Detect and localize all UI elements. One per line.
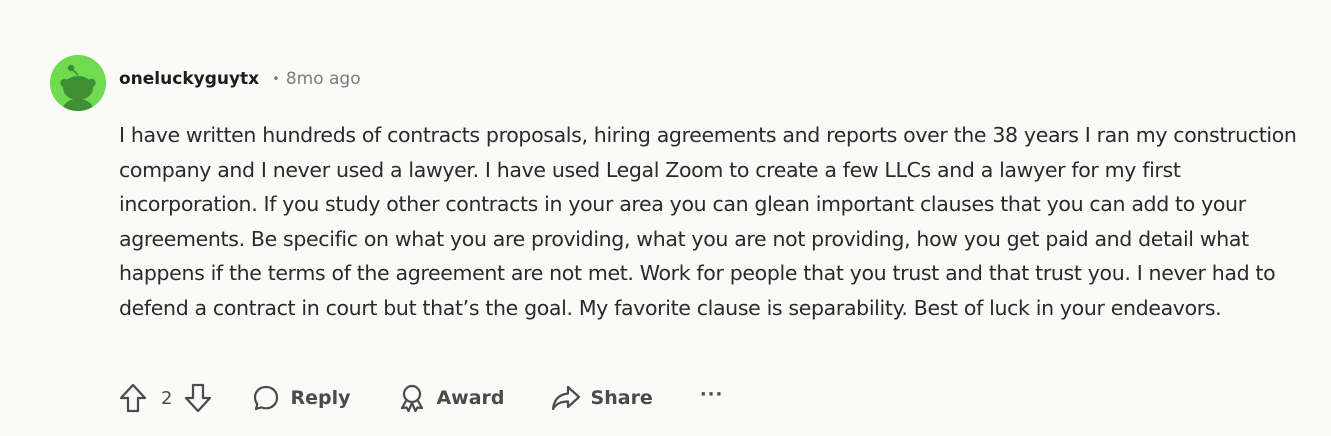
award-label: Award bbox=[436, 387, 505, 409]
meta-separator: • bbox=[272, 71, 280, 87]
reply-button[interactable]: Reply bbox=[252, 384, 350, 412]
comment-meta: oneluckyguytx • 8mo ago bbox=[119, 66, 361, 92]
share-label: Share bbox=[590, 387, 653, 409]
user-avatar[interactable] bbox=[50, 55, 106, 111]
comment-timestamp[interactable]: 8mo ago bbox=[286, 69, 361, 89]
comment-action-bar: 2 Reply Award Share ··· bbox=[119, 380, 723, 416]
username-link[interactable]: oneluckyguytx bbox=[119, 69, 259, 89]
comment-body: I have written hundreds of contracts pro… bbox=[119, 123, 1297, 320]
more-options-button[interactable]: ··· bbox=[700, 384, 724, 405]
upvote-button[interactable] bbox=[119, 383, 147, 413]
reply-label: Reply bbox=[290, 387, 351, 409]
share-arrow-icon bbox=[551, 385, 580, 411]
share-button[interactable]: Share bbox=[551, 384, 653, 412]
snoo-avatar-icon bbox=[50, 55, 106, 111]
downvote-arrow-icon bbox=[185, 383, 212, 413]
award-button[interactable]: Award bbox=[398, 383, 505, 413]
downvote-button[interactable] bbox=[184, 383, 212, 413]
vote-count: 2 bbox=[161, 387, 173, 409]
speech-bubble-icon bbox=[254, 385, 279, 411]
upvote-arrow-icon bbox=[119, 383, 147, 413]
comment: oneluckyguytx • 8mo ago I have written h… bbox=[0, 0, 1331, 436]
award-ribbon-icon bbox=[401, 384, 424, 413]
